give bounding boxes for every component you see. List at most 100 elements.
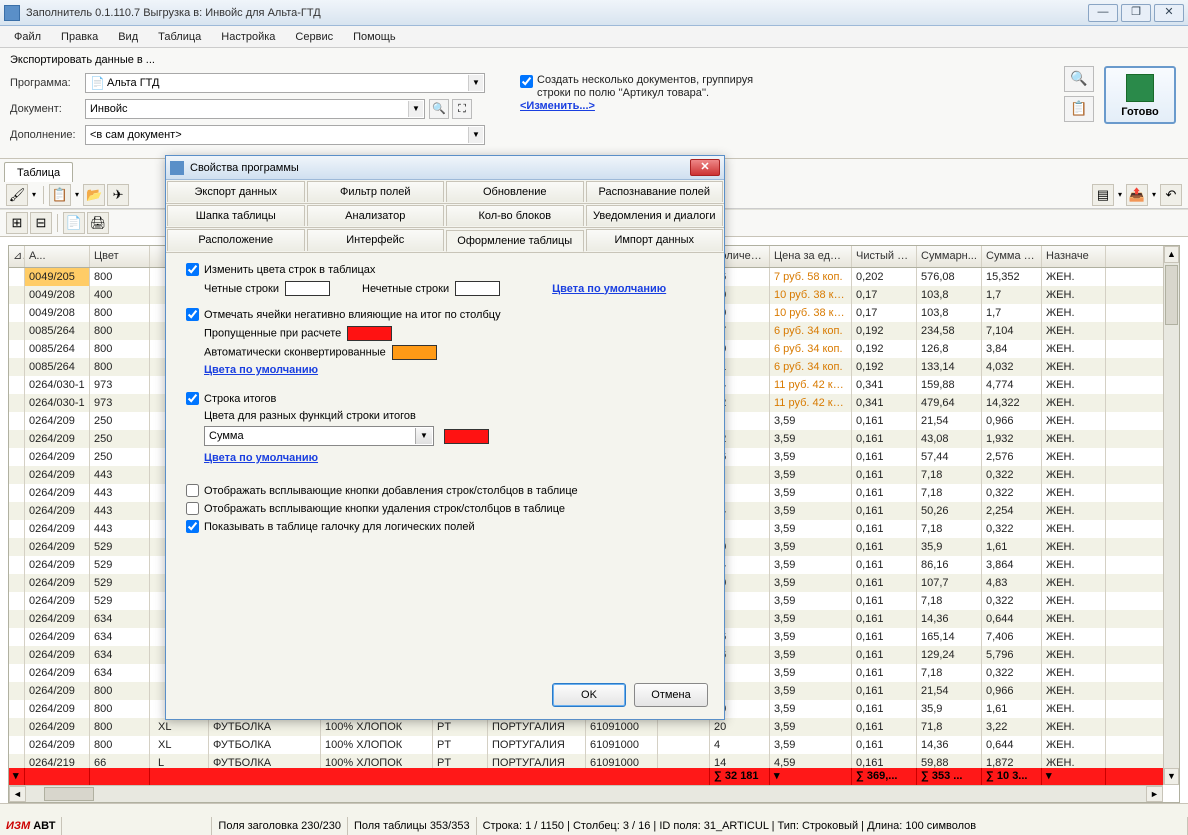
vscroll-thumb[interactable] (1165, 265, 1178, 325)
hscroll-thumb[interactable] (44, 787, 94, 801)
horizontal-scrollbar[interactable]: ◄ ► (9, 785, 1163, 802)
chk-show-delete-buttons[interactable] (186, 502, 199, 515)
chk-mark-negative-cells[interactable] (186, 308, 199, 321)
dialog-tab[interactable]: Интерфейс (307, 229, 445, 251)
dialog-tab[interactable]: Распознавание полей (586, 181, 724, 202)
document-view-button[interactable]: ⛶ (452, 99, 472, 119)
app-icon (4, 5, 20, 21)
dialog-close-button[interactable]: ✕ (690, 159, 720, 176)
menu-Файл[interactable]: Файл (6, 28, 49, 46)
menu-Помощь[interactable]: Помощь (345, 28, 404, 46)
window-titlebar: Заполнитель 0.1.110.7 Выгрузка в: Инвойс… (0, 0, 1188, 26)
brush-icon[interactable]: 🖌 (6, 184, 28, 206)
chevron-down-icon[interactable]: ▼ (468, 75, 483, 91)
odd-rows-label: Нечетные строки (362, 283, 449, 295)
odd-rows-color[interactable] (455, 281, 500, 296)
totals-function-combo[interactable]: Сумма ▼ (204, 426, 434, 446)
chevron-down-icon[interactable]: ▼ (415, 428, 432, 444)
col-purpose[interactable]: Назначе (1042, 246, 1106, 267)
dialog-tab[interactable]: Анализатор (307, 205, 445, 226)
table-row[interactable]: 0264/209800XLФУТБОЛКА100% ХЛОПОКPTПОРТУГ… (9, 718, 1163, 736)
dialog-tab[interactable]: Кол-во блоков (446, 205, 584, 226)
status-table-fields: Поля таблицы 353/353 (348, 817, 477, 835)
maximize-button[interactable]: ❐ (1121, 4, 1151, 22)
col-net-weight[interactable]: Чистый в... (852, 246, 917, 267)
autoconv-label: Автоматически сконвертированные (204, 346, 386, 358)
addition-combo[interactable]: <в сам документ> ▼ (85, 125, 485, 145)
chevron-down-icon[interactable]: ▼ (408, 101, 423, 117)
dialog-tab[interactable]: Расположение (167, 229, 305, 251)
iata-icon[interactable]: ✈ (107, 184, 129, 206)
dialog-tab[interactable]: Фильтр полей (307, 181, 445, 202)
dialog-tab[interactable]: Оформление таблицы (446, 230, 584, 252)
grouping-change-link[interactable]: <Изменить...> (520, 100, 595, 112)
even-rows-label: Четные строки (204, 283, 279, 295)
menu-Правка[interactable]: Правка (53, 28, 106, 46)
chk-show-add-buttons[interactable] (186, 484, 199, 497)
chk-show-bool-check[interactable] (186, 520, 199, 533)
col-color[interactable]: Цвет (90, 246, 150, 267)
col-articul[interactable]: А... (25, 246, 90, 267)
chk-change-row-colors[interactable] (186, 263, 199, 276)
col-sum-weight[interactable]: Сумма ве... (982, 246, 1042, 267)
print-icon[interactable]: 🖨 (87, 212, 109, 234)
preview-button[interactable]: 🔍 (1064, 66, 1094, 92)
table-row[interactable]: 0264/21966LФУТБОЛКА100% ХЛОПОКPTПОРТУГАЛ… (9, 754, 1163, 768)
dialog-tab[interactable]: Экспорт данных (167, 181, 305, 202)
col-sum[interactable]: Суммарн... (917, 246, 982, 267)
grouping-checkbox[interactable] (520, 75, 533, 88)
totals-funcs-label: Цвета для разных функций строки итогов (204, 410, 704, 422)
document-search-button[interactable]: 🔍 (429, 99, 449, 119)
tab-table[interactable]: Таблица (4, 162, 73, 182)
menu-Таблица[interactable]: Таблица (150, 28, 209, 46)
copy-icon[interactable]: 📄 (63, 212, 85, 234)
even-rows-color[interactable] (285, 281, 330, 296)
ok-button[interactable]: OK (552, 683, 626, 707)
menu-Сервис[interactable]: Сервис (287, 28, 341, 46)
minimize-button[interactable]: — (1088, 4, 1118, 22)
scroll-left-icon[interactable]: ◄ (9, 786, 26, 802)
vertical-scrollbar[interactable]: ▲ ▼ (1163, 246, 1179, 785)
open-icon[interactable]: 📂 (83, 184, 105, 206)
menubar: ФайлПравкаВидТаблицаНастройкаСервисПомощ… (0, 26, 1188, 48)
dialog-tab[interactable]: Импорт данных (586, 229, 724, 251)
paste-icon[interactable]: 📋 (49, 184, 71, 206)
undo-icon[interactable]: ↶ (1160, 184, 1182, 206)
dialog-tab[interactable]: Шапка таблицы (167, 205, 305, 226)
ready-button[interactable]: Готово (1104, 66, 1176, 124)
status-bar: ИЗМ АВТ Поля заголовка 230/230 Поля табл… (0, 803, 1188, 835)
export-header: Экспортировать данные в ... (10, 54, 1178, 66)
menu-Вид[interactable]: Вид (110, 28, 146, 46)
scroll-right-icon[interactable]: ► (1146, 786, 1163, 802)
export-small-icon[interactable]: 📤 (1126, 184, 1148, 206)
cancel-button[interactable]: Отмена (634, 683, 708, 707)
skipped-color[interactable] (347, 326, 392, 341)
program-label: Программа: (10, 77, 85, 89)
grid-totals-row: ▾ ∑ 32 181 ▾ ∑ 369,... ∑ 353 ... ∑ 10 3.… (9, 768, 1163, 785)
dialog-tab[interactable]: Обновление (446, 181, 584, 202)
export-icon (1126, 74, 1154, 102)
scroll-up-icon[interactable]: ▲ (1164, 246, 1179, 263)
expand-all-icon[interactable]: ⊞ (6, 212, 28, 234)
menu-Настройка[interactable]: Настройка (213, 28, 283, 46)
collapse-icon[interactable]: ⊟ (30, 212, 52, 234)
options-button[interactable]: 📋 (1064, 96, 1094, 122)
reset-neg-colors-link[interactable]: Цвета по умолчанию (204, 364, 318, 376)
program-combo[interactable]: 📄 Альта ГТД ▼ (85, 73, 485, 93)
filter-icon[interactable]: ▤ (1092, 184, 1114, 206)
reset-row-colors-link[interactable]: Цвета по умолчанию (552, 283, 666, 295)
reset-totals-colors-link[interactable]: Цвета по умолчанию (204, 452, 318, 464)
col-price[interactable]: Цена за един... (770, 246, 852, 267)
autoconv-color[interactable] (392, 345, 437, 360)
table-row[interactable]: 0264/209800XLФУТБОЛКА100% ХЛОПОКPTПОРТУГ… (9, 736, 1163, 754)
document-combo[interactable]: Инвойс ▼ (85, 99, 425, 119)
scroll-down-icon[interactable]: ▼ (1164, 768, 1179, 785)
document-label: Документ: (10, 103, 85, 115)
row-indicator-header[interactable]: ⊿ (9, 246, 25, 267)
totals-color[interactable] (444, 429, 489, 444)
dialog-tab[interactable]: Уведомления и диалоги (586, 205, 724, 226)
dialog-body: Изменить цвета строк в таблицах Четные с… (166, 253, 724, 548)
close-button[interactable]: ✕ (1154, 4, 1184, 22)
chk-totals-row[interactable] (186, 392, 199, 405)
chevron-down-icon[interactable]: ▼ (468, 127, 483, 143)
